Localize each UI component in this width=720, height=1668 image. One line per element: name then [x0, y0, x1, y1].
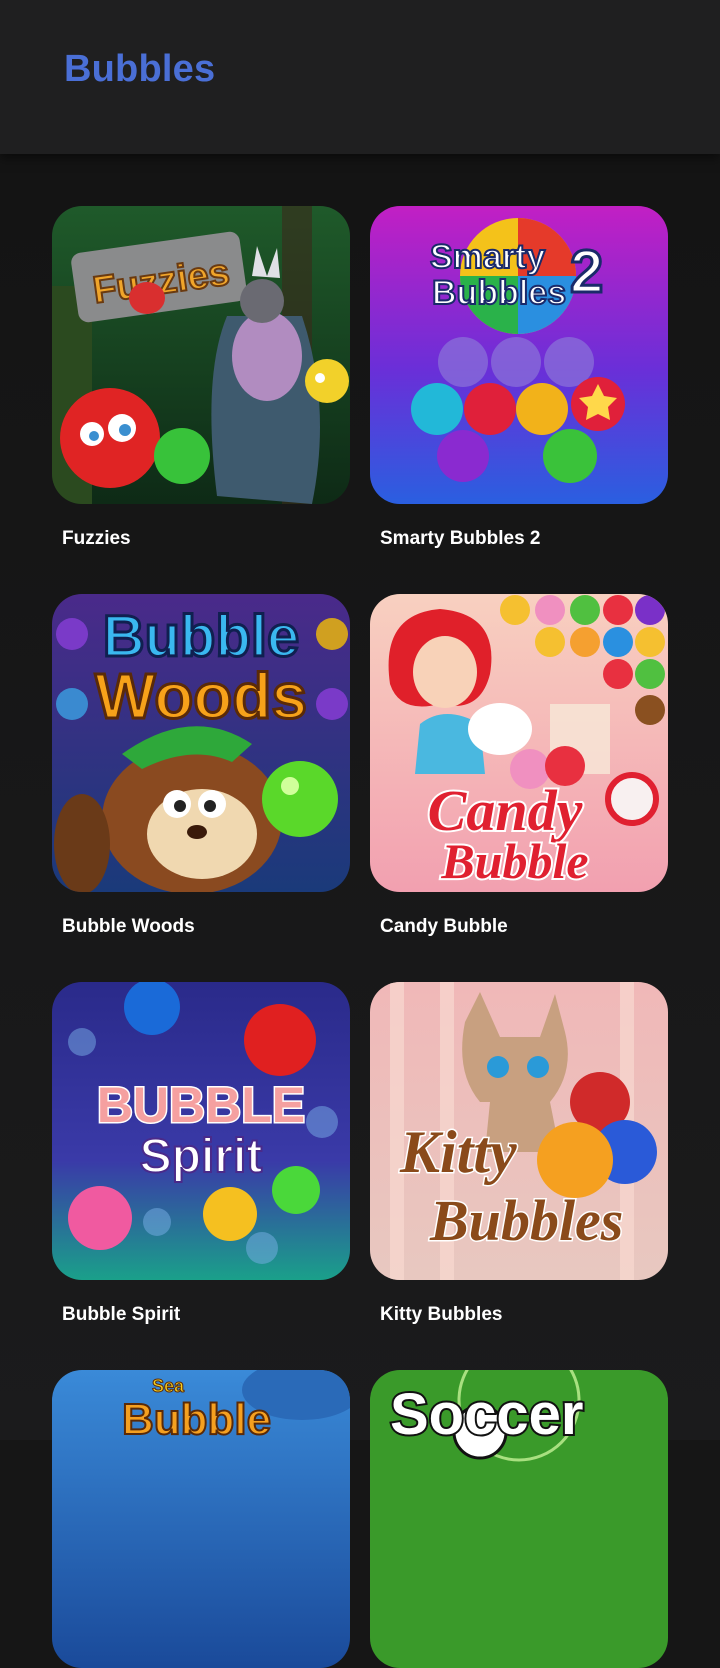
seabubble-logo-text-1: Sea: [152, 1376, 185, 1396]
bubblespirit-logo-text-1: BUBBLE: [97, 1077, 305, 1133]
game-grid: Fuzzies Fuzzies Smarty Bubbles 2 Smarty …: [0, 154, 720, 1668]
game-title[interactable]: Kitty Bubbles: [380, 1304, 670, 1326]
game-card-candy-bubble[interactable]: Candy Bubble Candy Bubble: [370, 594, 668, 937]
smarty-logo-text-3: 2: [570, 238, 603, 305]
game-card-partial-1[interactable]: Sea Bubble: [52, 1370, 350, 1668]
game-card-bubble-woods[interactable]: Bubble Woods Bubble Woods: [52, 594, 350, 937]
bubblespirit-logo-text-2: Spirit: [140, 1130, 263, 1183]
game-thumbnail[interactable]: Fuzzies: [52, 206, 350, 504]
game-thumbnail[interactable]: Bubble Woods: [52, 594, 350, 892]
candybubble-logo-text-2: Bubble: [440, 833, 588, 889]
game-title[interactable]: Fuzzies: [62, 528, 352, 550]
game-card-kitty-bubbles[interactable]: Kitty Bubbles Kitty Bubbles: [370, 982, 668, 1325]
smarty-logo-text-1: Smarty: [430, 238, 545, 276]
soccer-logo-text: Soccer: [390, 1382, 583, 1447]
seabubble-logo-text-2: Bubble: [122, 1395, 271, 1444]
game-thumbnail[interactable]: Sea Bubble: [52, 1370, 350, 1668]
game-title[interactable]: Smarty Bubbles 2: [380, 528, 670, 550]
game-thumbnail[interactable]: Smarty Bubbles 2: [370, 206, 668, 504]
game-card-fuzzies[interactable]: Fuzzies Fuzzies: [52, 206, 350, 549]
bubblewoods-logo-text-2: Woods: [95, 660, 307, 732]
game-card-bubble-spirit[interactable]: BUBBLE Spirit Bubble Spirit: [52, 982, 350, 1325]
kittybubbles-logo-text-2: Bubbles: [429, 1188, 623, 1253]
smarty-logo-text-2: Bubbles: [432, 274, 566, 312]
kittybubbles-logo-text-1: Kitty: [399, 1119, 517, 1185]
page-title: Bubbles: [64, 48, 216, 90]
game-thumbnail[interactable]: Candy Bubble: [370, 594, 668, 892]
app-header: Bubbles: [0, 0, 720, 154]
game-card-partial-2[interactable]: Soccer: [370, 1370, 668, 1668]
game-title[interactable]: Candy Bubble: [380, 916, 670, 938]
game-title[interactable]: Bubble Spirit: [62, 1304, 352, 1326]
game-title[interactable]: Bubble Woods: [62, 916, 352, 938]
game-thumbnail[interactable]: BUBBLE Spirit: [52, 982, 350, 1280]
game-card-smarty-bubbles-2[interactable]: Smarty Bubbles 2 Smarty Bubbles 2: [370, 206, 668, 549]
game-thumbnail[interactable]: Soccer: [370, 1370, 668, 1668]
game-thumbnail[interactable]: Kitty Bubbles: [370, 982, 668, 1280]
